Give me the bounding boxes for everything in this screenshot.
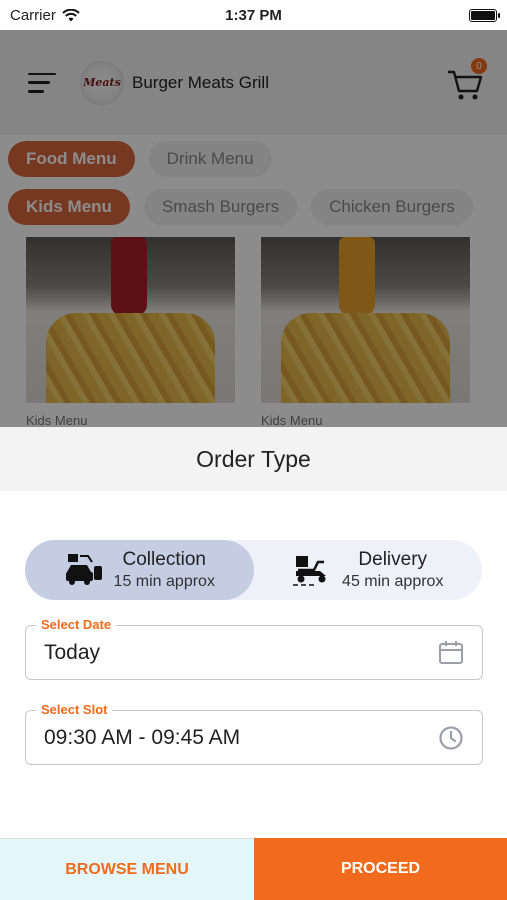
delivery-title: Delivery bbox=[358, 549, 428, 570]
delivery-scooter-icon bbox=[293, 556, 327, 586]
status-bar: Carrier 1:37 PM bbox=[0, 0, 507, 30]
carrier-info: Carrier bbox=[10, 7, 80, 24]
select-slot-label: Select Slot bbox=[36, 702, 113, 717]
collection-title: Collection bbox=[122, 549, 206, 570]
select-slot-field[interactable]: Select Slot 09:30 AM - 09:45 AM bbox=[25, 702, 483, 765]
delivery-option[interactable]: Delivery 45 min approx bbox=[254, 540, 483, 600]
wifi-icon bbox=[62, 8, 80, 21]
sheet-title: Order Type bbox=[0, 427, 507, 491]
select-slot-value: 09:30 AM - 09:45 AM bbox=[44, 725, 241, 749]
order-type-sheet: Order Type Collection 15 min approx Deli… bbox=[0, 427, 507, 900]
modal-backdrop[interactable] bbox=[0, 30, 507, 430]
calendar-icon[interactable] bbox=[438, 640, 464, 666]
select-date-value: Today bbox=[44, 640, 101, 664]
battery-icon bbox=[469, 8, 500, 22]
carrier-label: Carrier bbox=[10, 6, 56, 24]
select-date-label: Select Date bbox=[36, 617, 117, 632]
order-type-toggle: Collection 15 min approx Delivery 45 min… bbox=[25, 540, 482, 600]
browse-menu-button[interactable]: BROWSE MENU bbox=[0, 838, 254, 900]
collection-car-icon bbox=[65, 554, 102, 585]
select-date-field[interactable]: Select Date Today bbox=[25, 617, 483, 680]
collection-option[interactable]: Collection 15 min approx bbox=[25, 540, 254, 600]
action-bar: BROWSE MENU PROCEED bbox=[0, 838, 507, 900]
clock-icon[interactable] bbox=[438, 725, 464, 751]
collection-time: 15 min approx bbox=[113, 573, 215, 590]
delivery-time: 45 min approx bbox=[342, 573, 444, 590]
proceed-button[interactable]: PROCEED bbox=[254, 838, 507, 900]
